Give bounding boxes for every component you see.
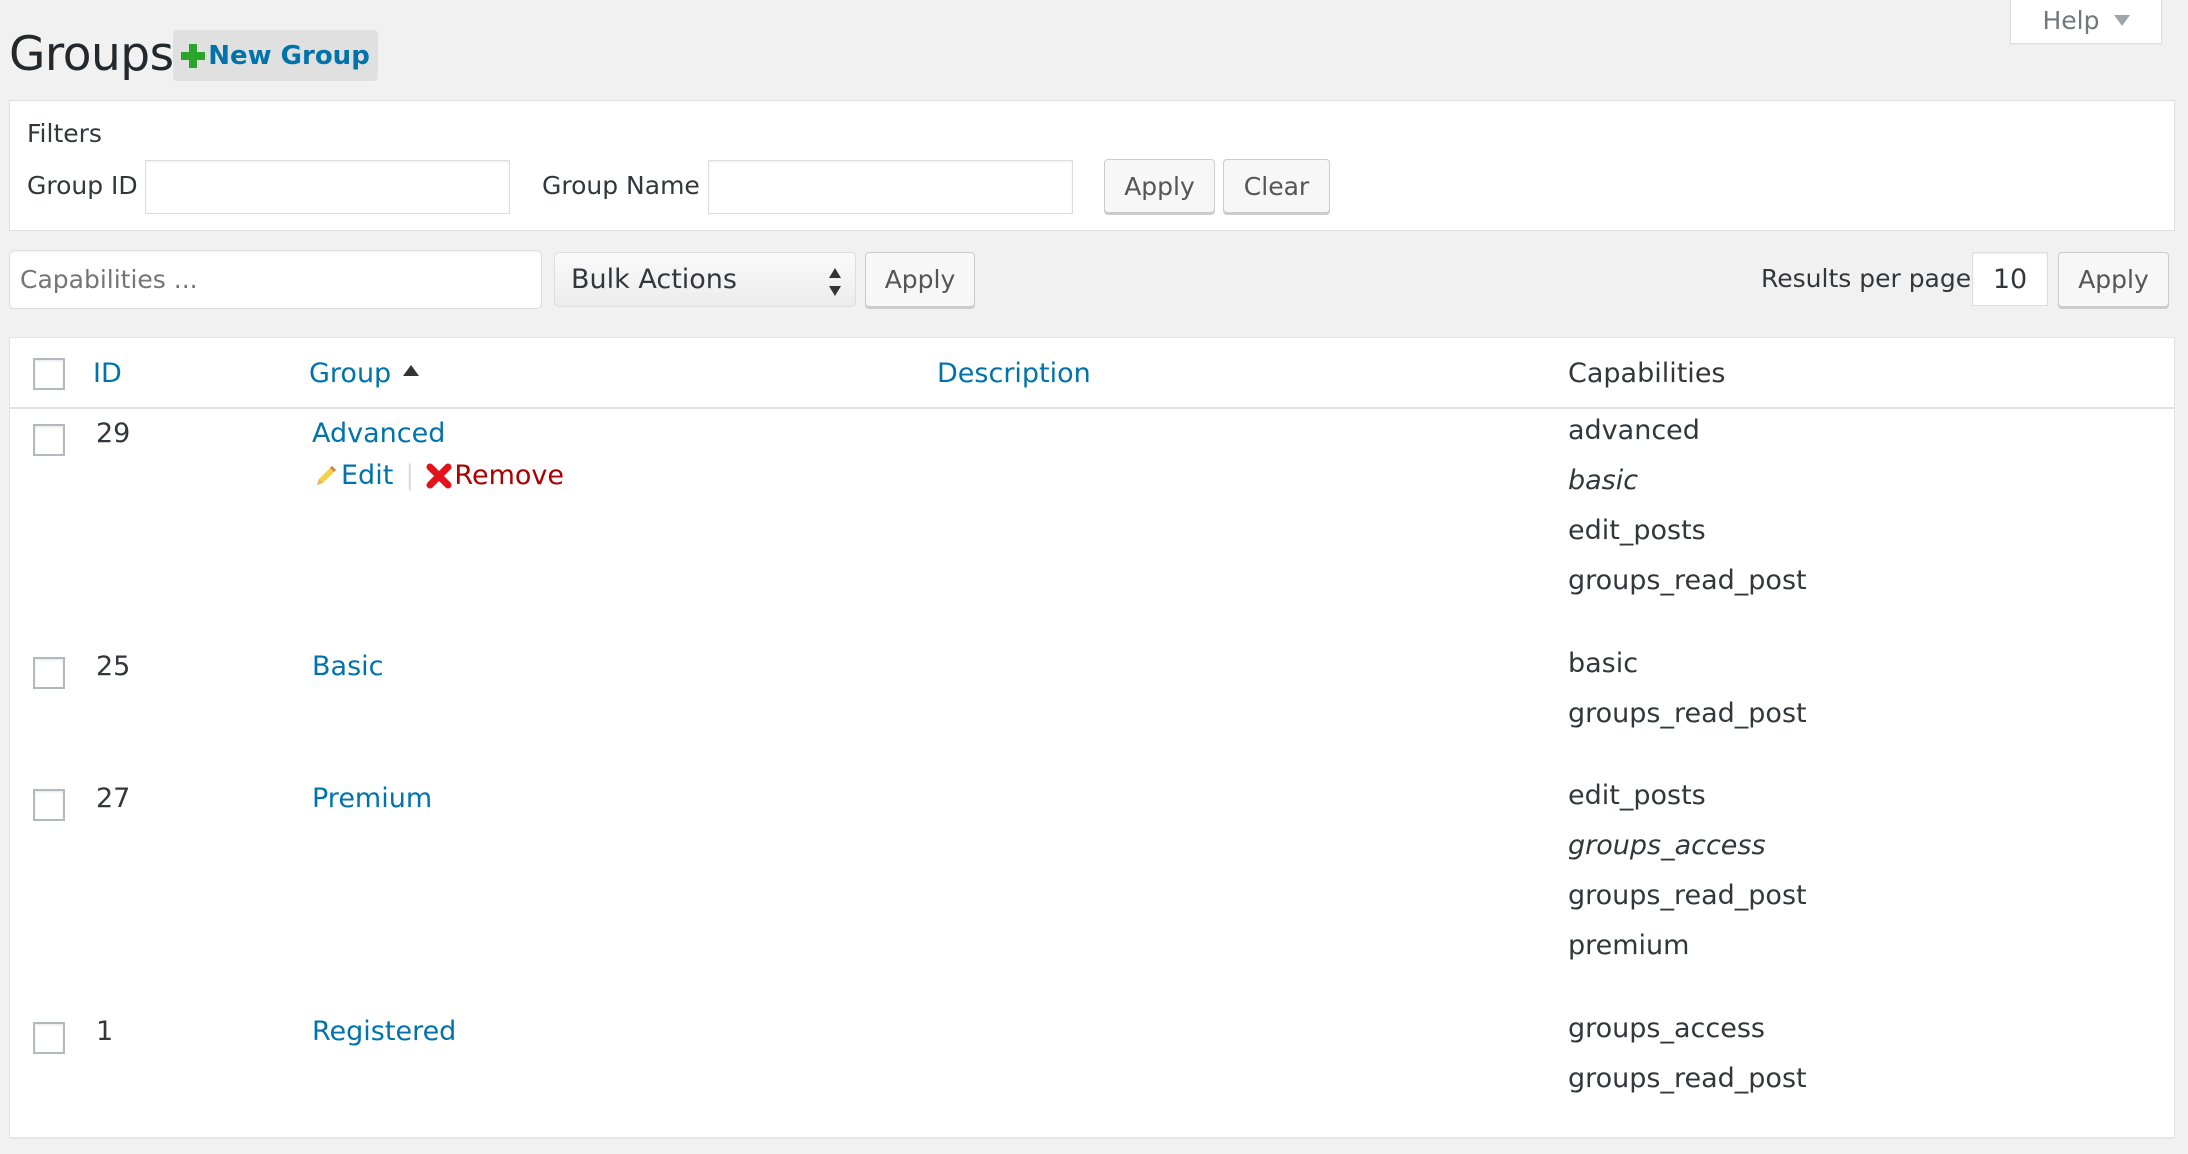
- group-name-link[interactable]: Advanced: [312, 418, 445, 449]
- page-title: Groups: [9, 27, 174, 82]
- table-header: ID Group Description Capabilities: [10, 338, 2174, 409]
- filters-panel: Filters Group ID Group Name Apply Clear: [9, 100, 2175, 231]
- remove-link[interactable]: Remove: [426, 460, 564, 491]
- capability-item: groups_read_post: [1568, 880, 1807, 911]
- group-id: 27: [96, 783, 131, 814]
- group-id: 29: [96, 418, 131, 449]
- capability-item: edit_posts: [1568, 780, 1706, 811]
- capability-item: groups_read_post: [1568, 698, 1807, 729]
- row-checkbox[interactable]: [33, 424, 65, 456]
- remove-x-icon: [426, 463, 452, 488]
- sort-ascending-icon: [403, 365, 420, 376]
- results-per-page-label: Results per page: [1761, 264, 1972, 293]
- capability-item: basic: [1568, 465, 1639, 496]
- plus-icon: [181, 43, 206, 68]
- results-per-page-input[interactable]: [1972, 252, 2048, 306]
- capability-item: advanced: [1568, 415, 1700, 446]
- caret-down-icon: [2113, 15, 2130, 26]
- edit-link[interactable]: Edit: [314, 460, 393, 491]
- separator: |: [405, 460, 415, 491]
- capabilities-list: advanced basic edit_posts groups_read_post: [1568, 406, 1807, 606]
- capabilities-list: edit_posts groups_access groups_read_postp…: [1568, 771, 1807, 971]
- row-checkbox[interactable]: [33, 1022, 65, 1054]
- select-arrows-icon: [829, 268, 843, 296]
- group-name-label: Group Name: [542, 171, 700, 200]
- column-header-id[interactable]: ID: [93, 358, 122, 389]
- select-all-checkbox[interactable]: [33, 358, 65, 390]
- filters-clear-button[interactable]: Clear: [1223, 159, 1330, 213]
- pencil-icon: [317, 465, 336, 485]
- help-tab[interactable]: Help: [2010, 0, 2162, 44]
- remove-label: Remove: [454, 460, 564, 491]
- capabilities-list: groups_access groups_read_post: [1568, 1004, 1807, 1104]
- row-checkbox[interactable]: [33, 657, 65, 689]
- new-group-button[interactable]: New Group: [173, 30, 378, 81]
- capability-item: basic: [1568, 648, 1639, 679]
- group-id: 25: [96, 651, 131, 682]
- group-name-link[interactable]: Basic: [312, 651, 383, 682]
- results-apply-button[interactable]: Apply: [2058, 252, 2169, 307]
- bulk-actions-selected: Bulk Actions: [571, 264, 737, 295]
- group-name-link[interactable]: Premium: [312, 783, 432, 814]
- capability-item: premium: [1568, 930, 1690, 961]
- group-name-input[interactable]: [708, 160, 1073, 214]
- capability-item: groups_access: [1568, 1013, 1765, 1044]
- capability-item: groups_access: [1568, 830, 1766, 861]
- capability-item: edit_posts: [1568, 515, 1706, 546]
- group-name-link[interactable]: Registered: [312, 1016, 456, 1047]
- row-checkbox[interactable]: [33, 789, 65, 821]
- column-header-capabilities: Capabilities: [1568, 358, 1726, 389]
- bulk-actions-select[interactable]: Bulk Actions: [554, 252, 856, 307]
- column-header-group[interactable]: Group: [309, 358, 420, 389]
- capability-item: groups_read_post: [1568, 565, 1807, 596]
- capability-item: groups_read_post: [1568, 1063, 1807, 1094]
- help-label: Help: [2042, 6, 2100, 35]
- bulk-apply-button[interactable]: Apply: [865, 252, 975, 307]
- filters-title: Filters: [27, 119, 102, 148]
- group-id-input[interactable]: [145, 160, 510, 214]
- capabilities-input[interactable]: [9, 250, 542, 309]
- group-id-label: Group ID: [27, 171, 138, 200]
- column-header-group-label: Group: [309, 358, 392, 389]
- new-group-label: New Group: [208, 40, 370, 71]
- edit-label: Edit: [341, 460, 394, 491]
- row-actions: Edit | Remove: [314, 460, 564, 491]
- capabilities-list: basic groups_read_post: [1568, 639, 1807, 739]
- column-header-description[interactable]: Description: [937, 358, 1091, 389]
- group-id: 1: [96, 1016, 114, 1047]
- groups-table: ID Group Description Capabilities 29 Adva…: [9, 337, 2175, 1138]
- filters-apply-button[interactable]: Apply: [1104, 159, 1215, 213]
